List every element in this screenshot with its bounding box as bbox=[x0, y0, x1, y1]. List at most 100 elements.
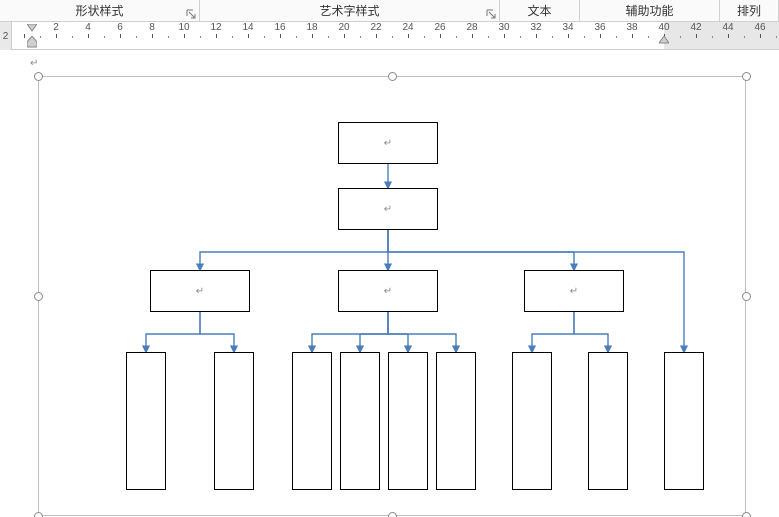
connector[interactable] bbox=[200, 312, 234, 352]
ruler-number: 30 bbox=[498, 22, 509, 33]
horizontal-ruler[interactable]: 2468101214161820222426283032343638404244… bbox=[12, 22, 779, 50]
shape-L2a[interactable]: ↵ bbox=[150, 270, 250, 312]
shape-b3[interactable] bbox=[292, 352, 332, 490]
ruler-tick bbox=[312, 34, 313, 38]
shape-placeholder-mark: ↵ bbox=[196, 286, 204, 297]
ruler-left-label: 2 bbox=[3, 31, 9, 42]
ruler-left-cap: 2 bbox=[0, 22, 12, 50]
ruler-tick bbox=[488, 36, 489, 38]
ruler-number: 44 bbox=[722, 22, 733, 33]
shape-b8[interactable] bbox=[588, 352, 628, 490]
ruler-tick bbox=[120, 34, 121, 38]
ruler-number: 4 bbox=[85, 22, 91, 33]
shape-L2c[interactable]: ↵ bbox=[524, 270, 624, 312]
ruler-tick bbox=[712, 36, 713, 38]
ruler-tick bbox=[744, 36, 745, 38]
ruler-tick bbox=[680, 36, 681, 38]
ruler-number: 20 bbox=[338, 22, 349, 33]
ruler-tick bbox=[72, 36, 73, 38]
ribbon-group-label: 艺术字样式 bbox=[319, 2, 379, 19]
ruler-tick bbox=[424, 36, 425, 38]
ruler-number: 2 bbox=[53, 22, 59, 33]
ruler-tick bbox=[360, 36, 361, 38]
ruler-tick bbox=[440, 34, 441, 38]
ruler-tick bbox=[568, 34, 569, 38]
ruler-tick bbox=[280, 34, 281, 38]
ruler-number: 26 bbox=[434, 22, 445, 33]
shape-root[interactable]: ↵ bbox=[338, 122, 438, 164]
ruler-number: 24 bbox=[402, 22, 413, 33]
ruler-tick bbox=[232, 36, 233, 38]
ruler-tick bbox=[536, 34, 537, 38]
ruler-number: 14 bbox=[242, 22, 253, 33]
ribbon-group-4[interactable]: 排列 bbox=[720, 0, 779, 21]
ruler-tick bbox=[504, 34, 505, 38]
shape-placeholder-mark: ↵ bbox=[384, 138, 392, 149]
shape-placeholder-mark: ↵ bbox=[384, 204, 392, 215]
ruler-number: 38 bbox=[626, 22, 637, 33]
connector[interactable] bbox=[388, 312, 456, 352]
document-canvas[interactable]: ↵ ↵ ↵ ↵ ↵ ↵ bbox=[0, 50, 779, 517]
shape-b2[interactable] bbox=[214, 352, 254, 490]
ribbon-group-2[interactable]: 文本 bbox=[500, 0, 580, 21]
ruler-tick bbox=[408, 34, 409, 38]
ruler-tick bbox=[728, 34, 729, 38]
shape-b1[interactable] bbox=[126, 352, 166, 490]
ruler-number: 8 bbox=[149, 22, 155, 33]
shape-b6[interactable] bbox=[436, 352, 476, 490]
connector[interactable] bbox=[360, 312, 388, 352]
ruler-number: 28 bbox=[466, 22, 477, 33]
ruler-tick bbox=[600, 34, 601, 38]
dialog-launcher-icon[interactable] bbox=[486, 9, 496, 19]
ruler-number: 32 bbox=[530, 22, 541, 33]
first-indent-marker[interactable] bbox=[27, 24, 37, 32]
ruler-tick bbox=[616, 36, 617, 38]
connector[interactable] bbox=[574, 312, 608, 352]
ruler-tick bbox=[248, 34, 249, 38]
ribbon-bar: 形状样式 艺术字样式 文本 辅助功能 排列 bbox=[0, 0, 779, 22]
connector[interactable] bbox=[532, 312, 574, 352]
ribbon-group-label: 辅助功能 bbox=[625, 2, 673, 19]
shape-l1[interactable]: ↵ bbox=[338, 188, 438, 230]
ruler-tick bbox=[456, 36, 457, 38]
hanging-indent-marker[interactable] bbox=[27, 36, 37, 48]
ruler-tick bbox=[376, 34, 377, 38]
ruler-number: 22 bbox=[370, 22, 381, 33]
ruler-number: 16 bbox=[274, 22, 285, 33]
ruler-number: 34 bbox=[562, 22, 573, 33]
right-indent-marker[interactable] bbox=[659, 36, 669, 44]
ruler-tick bbox=[296, 36, 297, 38]
ribbon-group-1[interactable]: 艺术字样式 bbox=[200, 0, 500, 21]
ribbon-group-0[interactable]: 形状样式 bbox=[0, 0, 200, 21]
ruler-number: 6 bbox=[117, 22, 123, 33]
ruler-tick bbox=[216, 34, 217, 38]
connector[interactable] bbox=[388, 230, 574, 270]
dialog-launcher-icon[interactable] bbox=[186, 9, 196, 19]
connector[interactable] bbox=[200, 230, 388, 270]
ruler-tick bbox=[392, 36, 393, 38]
paragraph-mark: ↵ bbox=[30, 58, 38, 69]
ruler-tick bbox=[24, 34, 25, 38]
ruler-tick bbox=[520, 36, 521, 38]
connector[interactable] bbox=[388, 312, 408, 352]
shape-L2b[interactable]: ↵ bbox=[338, 270, 438, 312]
connector[interactable] bbox=[312, 312, 388, 352]
ribbon-group-3[interactable]: 辅助功能 bbox=[580, 0, 720, 21]
ruler-tick bbox=[88, 34, 89, 38]
ruler-tick bbox=[40, 36, 41, 38]
ruler-tick bbox=[632, 34, 633, 38]
shape-placeholder-mark: ↵ bbox=[384, 286, 392, 297]
ruler-tick bbox=[264, 36, 265, 38]
ruler-tick bbox=[152, 34, 153, 38]
ruler-tick bbox=[56, 34, 57, 38]
ruler-tick bbox=[168, 36, 169, 38]
shape-b7[interactable] bbox=[512, 352, 552, 490]
shape-b9[interactable] bbox=[664, 352, 704, 490]
ruler-number: 46 bbox=[754, 22, 765, 33]
org-chart-diagram[interactable]: ↵ ↵ ↵ ↵ ↵ bbox=[38, 76, 746, 516]
connector[interactable] bbox=[146, 312, 200, 352]
ruler-tick bbox=[760, 34, 761, 38]
shape-b5[interactable] bbox=[388, 352, 428, 490]
shape-b4[interactable] bbox=[340, 352, 380, 490]
ruler-tick bbox=[584, 36, 585, 38]
